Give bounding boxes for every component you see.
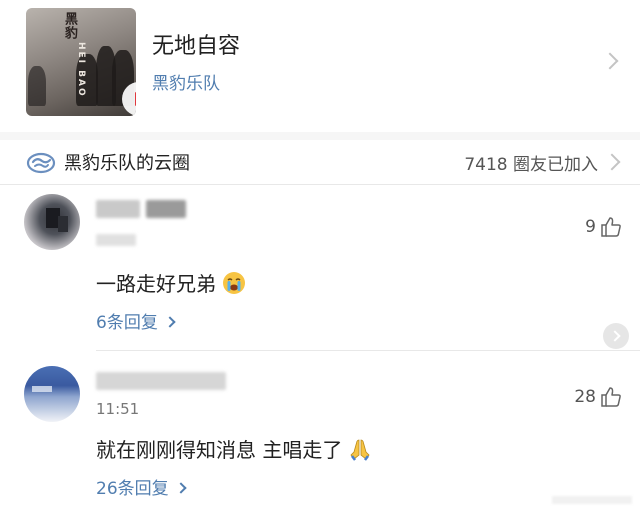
avatar[interactable] <box>24 194 80 250</box>
like-button[interactable]: 28 <box>574 386 622 408</box>
comment-time: 11:51 <box>96 400 140 418</box>
circle-row[interactable]: 黑豹乐队的云圈 7418 圈友已加入 <box>0 140 640 184</box>
username-blurred[interactable] <box>96 372 226 390</box>
username-blurred[interactable] <box>146 200 186 218</box>
comment-item: 11:51 28 就在刚刚得知消息 主唱走了 26条回复 <box>0 356 640 506</box>
chevron-right-icon <box>175 482 187 494</box>
section-divider <box>0 132 640 140</box>
album-cover[interactable]: 黑豹 HEI BAO <box>26 8 136 116</box>
chevron-right-icon <box>603 153 621 171</box>
view-replies-link[interactable]: 26条回复 <box>96 474 187 499</box>
song-artist[interactable]: 黑豹乐队 <box>152 69 220 94</box>
album-title-en: HEI BAO <box>76 42 86 98</box>
comment-text: 就在刚刚得知消息 主唱走了 <box>96 434 372 463</box>
chevron-right-icon <box>164 316 176 328</box>
song-title: 无地自容 <box>152 34 241 59</box>
circle-member-count: 7418 圈友已加入 <box>464 155 598 175</box>
avatar-pixel <box>32 386 52 392</box>
cloud-circle-icon <box>26 152 56 174</box>
song-card[interactable]: 黑豹 HEI BAO 无地自容 黑豹乐队 <box>0 0 640 132</box>
like-button[interactable]: 9 <box>585 216 622 238</box>
thumbs-up-icon <box>601 387 621 407</box>
divider <box>96 350 640 351</box>
timestamp-blurred <box>96 234 136 246</box>
avatar-pixel <box>58 216 68 232</box>
scroll-arrow-icon[interactable] <box>603 323 629 349</box>
reply-count: 6条回复 <box>96 313 158 333</box>
album-figure <box>28 66 46 106</box>
comment-text: 一路走好兄弟 <box>96 268 246 297</box>
reply-count: 26条回复 <box>96 479 169 499</box>
comment-body: 就在刚刚得知消息 主唱走了 <box>96 438 343 462</box>
folded-hands-emoji <box>350 439 370 461</box>
comment-body: 一路走好兄弟 <box>96 272 216 296</box>
thumbs-up-icon <box>601 217 621 237</box>
album-title-cn: 黑豹 <box>62 12 77 40</box>
crying-face-emoji <box>223 271 245 294</box>
view-replies-link[interactable]: 6条回复 <box>96 308 176 333</box>
like-count: 28 <box>574 387 596 407</box>
watermark <box>552 496 632 504</box>
avatar[interactable] <box>24 366 80 422</box>
circle-name: 黑豹乐队的云圈 <box>64 153 190 174</box>
chevron-right-icon <box>601 52 619 70</box>
like-count: 9 <box>585 217 596 237</box>
username-blurred[interactable] <box>96 200 140 218</box>
comment-item: 9 一路走好兄弟 6条回复 <box>0 184 640 350</box>
